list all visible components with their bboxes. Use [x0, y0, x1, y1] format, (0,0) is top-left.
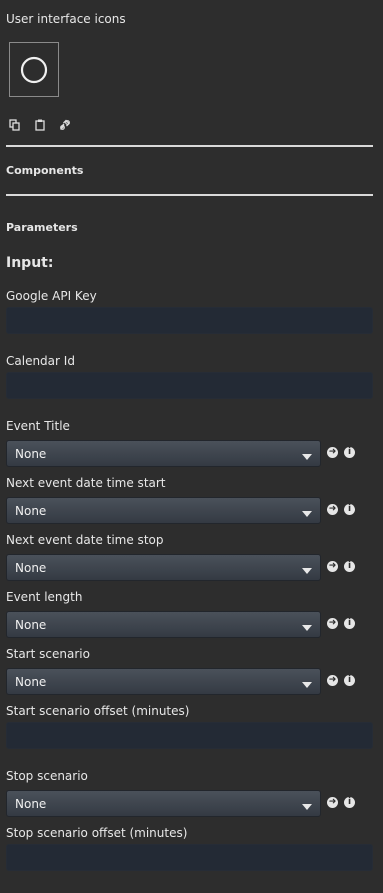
- link-icon[interactable]: [59, 119, 71, 131]
- copy-icon[interactable]: [9, 119, 21, 131]
- next-stop-label: Next event date time stop: [6, 533, 164, 547]
- event-length-select[interactable]: None: [6, 611, 321, 638]
- info-icon[interactable]: i: [344, 447, 355, 458]
- select-value: None: [15, 675, 47, 689]
- arrow-right-icon[interactable]: ➜: [327, 797, 338, 808]
- arrow-right-icon[interactable]: ➜: [327, 561, 338, 572]
- chevron-down-icon: [302, 682, 312, 688]
- calendar-id-label: Calendar Id: [6, 354, 75, 368]
- select-value: None: [15, 447, 47, 461]
- next-start-label: Next event date time start: [6, 476, 166, 490]
- info-icon[interactable]: i: [344, 504, 355, 515]
- select-value: None: [15, 618, 47, 632]
- chevron-down-icon: [302, 804, 312, 810]
- chevron-down-icon: [302, 511, 312, 517]
- info-icon[interactable]: i: [344, 797, 355, 808]
- chevron-down-icon: [302, 454, 312, 460]
- select-value: None: [15, 561, 47, 575]
- info-icon[interactable]: i: [344, 618, 355, 629]
- info-icon[interactable]: i: [344, 561, 355, 572]
- chevron-down-icon: [302, 625, 312, 631]
- stop-offset-input[interactable]: [6, 844, 373, 871]
- start-offset-label: Start scenario offset (minutes): [6, 704, 190, 718]
- ui-icons-title: User interface icons: [6, 12, 126, 26]
- stop-scenario-select[interactable]: None: [6, 790, 321, 817]
- divider: [6, 145, 373, 147]
- next-stop-select[interactable]: None: [6, 554, 321, 581]
- calendar-id-input[interactable]: [6, 372, 373, 399]
- event-length-label: Event length: [6, 590, 83, 604]
- stop-offset-label: Stop scenario offset (minutes): [6, 826, 188, 840]
- event-title-label: Event Title: [6, 419, 70, 433]
- event-title-select[interactable]: None: [6, 440, 321, 467]
- parameters-heading: Parameters: [6, 221, 78, 234]
- arrow-right-icon[interactable]: ➜: [327, 504, 338, 515]
- start-offset-input[interactable]: [6, 722, 373, 749]
- input-heading: Input:: [6, 255, 54, 271]
- google-api-key-label: Google API Key: [6, 289, 97, 303]
- icon-preview[interactable]: [9, 42, 59, 97]
- info-icon[interactable]: i: [344, 675, 355, 686]
- arrow-right-icon[interactable]: ➜: [327, 618, 338, 629]
- circle-icon: [20, 56, 48, 83]
- divider: [6, 194, 373, 196]
- start-scenario-label: Start scenario: [6, 647, 90, 661]
- start-scenario-select[interactable]: None: [6, 668, 321, 695]
- chevron-down-icon: [302, 568, 312, 574]
- paste-icon[interactable]: [34, 119, 46, 131]
- select-value: None: [15, 504, 47, 518]
- next-start-select[interactable]: None: [6, 497, 321, 524]
- arrow-right-icon[interactable]: ➜: [327, 447, 338, 458]
- stop-scenario-label: Stop scenario: [6, 769, 88, 783]
- components-heading: Components: [6, 164, 84, 177]
- arrow-right-icon[interactable]: ➜: [327, 675, 338, 686]
- select-value: None: [15, 797, 47, 811]
- google-api-key-input[interactable]: [6, 307, 373, 334]
